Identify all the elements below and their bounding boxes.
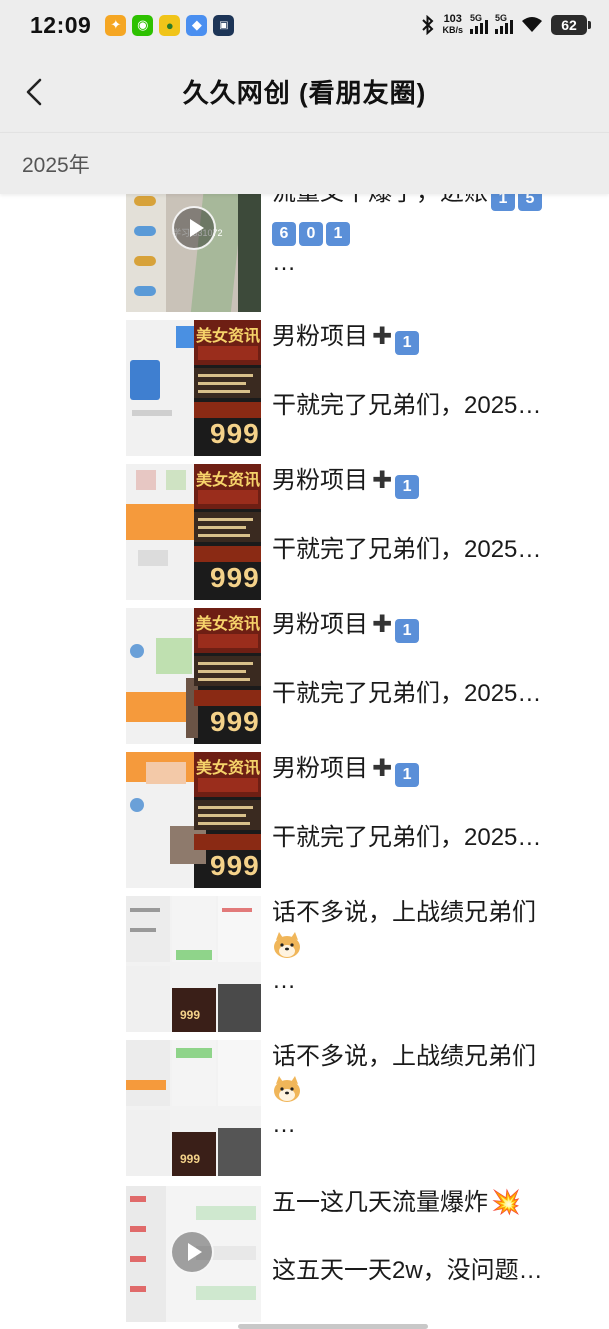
post-text: 男粉项目 ✚ 1: [272, 320, 577, 355]
image-thumbnail[interactable]: 美女资讯 999: [126, 752, 261, 888]
explosion-icon: 💥: [491, 1189, 521, 1216]
list-item[interactable]: 999 话不多说，上战绩兄弟们 …: [126, 896, 586, 1032]
page-title: 久久网创 (看朋友圈): [182, 77, 427, 108]
signal-icon: 5G: [470, 13, 488, 34]
number-emoji: 1: [395, 475, 420, 499]
list-item[interactable]: 美女资讯 999 男粉项目 ✚ 1 干就完了兄弟们，2025…: [126, 320, 586, 456]
status-bar: 12:09 ✦ ◉ ● ◆ ▣ 103 KB/s 5G 5G 62: [0, 0, 609, 50]
video-thumbnail[interactable]: [126, 1186, 261, 1322]
network-speed: 103 KB/s: [442, 14, 463, 36]
post-text: 干就完了兄弟们，2025…: [272, 824, 542, 851]
home-indicator[interactable]: [238, 1324, 428, 1329]
list-item[interactable]: 美女资讯 999 男粉项目 ✚ 1 干就完了兄弟们，2025…: [126, 464, 586, 600]
plus-icon: ✚: [372, 467, 393, 494]
notification-icons: ✦ ◉ ● ◆ ▣: [105, 14, 235, 36]
ad-price: 999: [210, 850, 260, 881]
list-item[interactable]: 五一这几天流量爆炸 💥 这五天一天2w，没问题…: [126, 1186, 586, 1322]
play-icon: [172, 206, 216, 250]
doge-icon: [274, 1076, 300, 1102]
ad-price: 999: [180, 1152, 201, 1166]
app-notification-icon: ✦: [105, 14, 127, 36]
ad-price: 999: [180, 1008, 201, 1022]
post-text: 干就完了兄弟们，2025…: [272, 536, 542, 563]
app-notification-icon: ●: [159, 14, 181, 36]
status-time: 12:09: [30, 11, 92, 38]
list-item[interactable]: 美女资讯 999 男粉项目 ✚ 1 干就完了兄弟们，2025…: [126, 752, 586, 888]
battery-icon: 62: [551, 15, 591, 35]
post-text: 男粉项目 ✚ 1: [272, 464, 577, 499]
more-ellipsis: …: [272, 1111, 298, 1138]
network-speed-value: 103: [443, 13, 462, 25]
moments-feed[interactable]: 学习 331072 流量爻干爆了，进账15 601 … 美女资讯 999 男粉项: [0, 194, 609, 1329]
list-item[interactable]: 999 话不多说，上战绩兄弟们 …: [126, 1040, 586, 1176]
post-text: 601: [272, 211, 577, 246]
chevron-left-icon: [26, 78, 42, 106]
number-emoji: 1: [491, 194, 515, 211]
list-item[interactable]: 学习 331072 流量爻干爆了，进账15 601 …: [126, 194, 586, 312]
more-ellipsis: …: [272, 249, 298, 276]
post-text: 流量爻干爆了，进账15: [272, 194, 577, 211]
ad-price: 999: [210, 706, 260, 737]
post-text: 这五天一天2w，没问题…: [272, 1257, 543, 1284]
post-text: 男粉项目 ✚ 1: [272, 752, 577, 787]
bluetooth-icon: [422, 15, 434, 35]
image-grid-thumbnail[interactable]: 999: [126, 1040, 261, 1176]
number-emoji: 1: [326, 222, 350, 246]
post-text: 干就完了兄弟们，2025…: [272, 680, 542, 707]
image-thumbnail[interactable]: 美女资讯 999: [126, 608, 261, 744]
network-speed-unit: KB/s: [442, 25, 463, 35]
ad-title: 美女资讯: [196, 760, 261, 777]
ad-price: 999: [210, 562, 260, 593]
post-text: 男粉项目 ✚ 1: [272, 608, 577, 643]
image-grid-thumbnail[interactable]: 999: [126, 896, 261, 1032]
image-thumbnail[interactable]: 美女资讯 999: [126, 320, 261, 456]
nav-bar: 久久网创 (看朋友圈): [0, 50, 609, 132]
video-thumbnail[interactable]: 学习 331072: [126, 194, 261, 312]
play-icon: [170, 1230, 214, 1274]
post-text: 干就完了兄弟们，2025…: [272, 392, 542, 419]
plus-icon: ✚: [372, 611, 393, 638]
number-emoji: 1: [395, 331, 420, 355]
back-button[interactable]: [14, 72, 54, 112]
plus-icon: ✚: [372, 755, 393, 782]
more-ellipsis: …: [272, 967, 298, 994]
post-text: 话不多说，上战绩兄弟们: [272, 1043, 536, 1070]
number-emoji: 6: [272, 222, 296, 246]
app-notification-icon: ▣: [213, 14, 235, 36]
ad-title: 美女资讯: [196, 328, 261, 345]
app-notification-icon: ◆: [186, 14, 208, 36]
wifi-icon: [522, 17, 542, 32]
ad-title: 美女资讯: [196, 472, 261, 489]
doge-icon: [274, 932, 300, 958]
list-item[interactable]: 美女资讯 999 男粉项目 ✚ 1 干就完了兄弟们，2025…: [126, 608, 586, 744]
number-emoji: 5: [518, 194, 542, 211]
wechat-icon: ◉: [132, 14, 154, 36]
ad-title: 美女资讯: [196, 616, 261, 633]
ad-price: 999: [210, 418, 260, 449]
number-emoji: 0: [299, 222, 323, 246]
post-text: 五一这几天流量爆炸 💥: [272, 1189, 521, 1216]
signal-icon: 5G: [495, 13, 513, 34]
year-header: 2025年: [0, 132, 609, 194]
post-text: 话不多说，上战绩兄弟们: [272, 899, 536, 926]
image-thumbnail[interactable]: 美女资讯 999: [126, 464, 261, 600]
plus-icon: ✚: [372, 323, 393, 350]
number-emoji: 1: [395, 763, 420, 787]
number-emoji: 1: [395, 619, 420, 643]
